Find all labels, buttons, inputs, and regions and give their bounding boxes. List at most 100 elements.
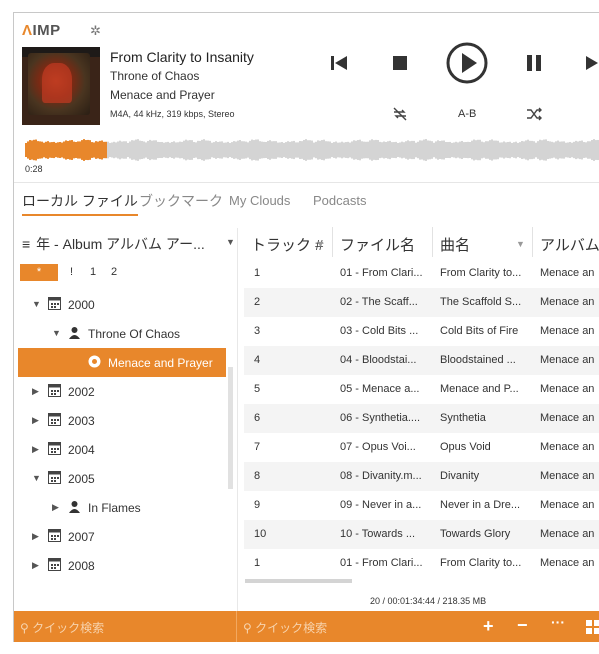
- tree-item-year[interactable]: ▼ 2005: [18, 464, 226, 493]
- table-cell: 05 - Menace a...: [340, 383, 420, 395]
- chevron-down-icon[interactable]: ▼: [32, 473, 41, 483]
- table-row[interactable]: 3 03 - Cold Bits ... Cold Bits of Fire Mena…: [244, 317, 599, 346]
- next-icon[interactable]: [586, 54, 599, 72]
- table-cell: 06 - Synthetia....: [340, 412, 421, 424]
- tree-item-label: 2002: [68, 385, 95, 399]
- menu-icon[interactable]: ≡: [22, 236, 30, 252]
- calendar-icon: [48, 471, 61, 487]
- tab-bookmarks[interactable]: ブックマーク: [139, 191, 223, 211]
- chevron-right-icon[interactable]: ▶: [32, 444, 39, 455]
- add-icon[interactable]: +: [483, 616, 494, 637]
- table-cell: 2: [254, 296, 261, 308]
- pause-icon[interactable]: [526, 54, 542, 72]
- table-cell: 04 - Bloodstai...: [340, 354, 417, 366]
- column-header-track[interactable]: トラック #: [251, 234, 324, 255]
- playlist-status: 20 / 00:01:34:44 / 218.35 MB: [370, 596, 487, 606]
- tree-item-year[interactable]: ▶ 2008: [18, 551, 226, 580]
- chevron-down-icon[interactable]: ▼: [52, 328, 61, 338]
- table-row[interactable]: 2 02 - The Scaff... The Scaffold S... Menac…: [244, 288, 599, 317]
- table-cell: 10: [254, 528, 267, 540]
- table-cell: 1: [254, 267, 261, 279]
- table-cell: 07 - Opus Voi...: [340, 441, 416, 453]
- chevron-right-icon[interactable]: ▶: [32, 415, 39, 426]
- table-cell: Menace an: [540, 354, 595, 366]
- ab-repeat-button[interactable]: A-B: [458, 108, 476, 120]
- table-cell: Menace and P...: [440, 383, 519, 395]
- waveform-seekbar[interactable]: [25, 137, 599, 163]
- track-format-info: M4A, 44 kHz, 319 kbps, Stereo: [110, 109, 235, 119]
- table-cell: Menace an: [540, 296, 595, 308]
- column-header-filename[interactable]: ファイル名: [340, 234, 415, 255]
- chevron-down-icon[interactable]: ▼: [226, 237, 235, 247]
- table-row[interactable]: 1 01 - From Clari... From Clarity to... Men…: [244, 259, 599, 288]
- quick-search-left[interactable]: ⚲ クイック検索: [20, 619, 104, 636]
- calendar-icon: [48, 529, 61, 545]
- table-cell: 1: [254, 557, 261, 569]
- table-cell: 03 - Cold Bits ...: [340, 325, 419, 337]
- alpha-filter-item[interactable]: !: [70, 266, 73, 278]
- search-icon: ⚲: [243, 621, 252, 635]
- gear-icon[interactable]: ✲: [90, 23, 101, 39]
- table-row[interactable]: 10 10 - Towards ... Towards Glory Menace an: [244, 520, 599, 549]
- column-header-title[interactable]: 曲名: [440, 234, 470, 255]
- table-scrollbar[interactable]: [245, 579, 352, 583]
- calendar-icon: [48, 558, 61, 574]
- shuffle-icon[interactable]: [526, 106, 542, 122]
- panel-divider[interactable]: [237, 228, 238, 611]
- table-row[interactable]: 4 04 - Bloodstai... Bloodstained ... Menace…: [244, 346, 599, 375]
- filter-icon[interactable]: ▼: [316, 239, 325, 249]
- tree-item-artist[interactable]: ▶ In Flames: [18, 493, 226, 522]
- repeat-off-icon[interactable]: [392, 106, 408, 122]
- tree-scrollbar[interactable]: [228, 367, 233, 489]
- table-row[interactable]: 7 07 - Opus Voi... Opus Void Menace an: [244, 433, 599, 462]
- more-icon[interactable]: ···: [551, 614, 565, 630]
- filter-icon[interactable]: ▼: [516, 239, 525, 249]
- table-cell: 8: [254, 470, 261, 482]
- tree-item-label: 2000: [68, 298, 95, 312]
- chevron-right-icon[interactable]: ▶: [32, 560, 39, 571]
- previous-icon[interactable]: [330, 54, 348, 72]
- table-cell: 6: [254, 412, 261, 424]
- remove-icon[interactable]: −: [517, 615, 528, 636]
- grouping-selector[interactable]: ≡ 年 - Album アルバム アー... ▼: [22, 234, 235, 254]
- tree-item-year[interactable]: ▶ 2007: [18, 522, 226, 551]
- quick-search-right[interactable]: ⚲ クイック検索: [243, 619, 327, 636]
- alpha-filter-item[interactable]: 2: [111, 266, 117, 278]
- tab-local-files[interactable]: ローカル ファイル: [22, 191, 138, 216]
- table-row[interactable]: 8 08 - Divanity.m... Divanity Menace an: [244, 462, 599, 491]
- chevron-right-icon[interactable]: ▶: [52, 502, 59, 513]
- stop-icon[interactable]: [392, 55, 408, 71]
- calendar-icon: [48, 384, 61, 400]
- play-icon[interactable]: [445, 41, 489, 85]
- tree-item-artist[interactable]: ▼ Throne Of Chaos: [18, 319, 226, 348]
- table-cell: Menace an: [540, 557, 595, 569]
- table-row[interactable]: 1 01 - From Clari... From Clarity to... Men…: [244, 549, 599, 578]
- position-time: 0:28: [25, 164, 43, 174]
- tree-item-year[interactable]: ▶ 2003: [18, 406, 226, 435]
- table-cell: Never in a Dre...: [440, 499, 521, 511]
- table-cell: Menace an: [540, 412, 595, 424]
- chevron-right-icon[interactable]: ▶: [32, 386, 39, 397]
- table-row[interactable]: 5 05 - Menace a... Menace and P... Menace a…: [244, 375, 599, 404]
- table-cell: Divanity: [440, 470, 480, 482]
- table-cell: 5: [254, 383, 261, 395]
- tab-my-clouds[interactable]: My Clouds: [229, 193, 290, 208]
- column-header-album[interactable]: アルバム: [540, 234, 599, 255]
- album-icon: [88, 355, 101, 371]
- chevron-right-icon[interactable]: ▶: [32, 531, 39, 542]
- tree-item-year[interactable]: ▶ 2002: [18, 377, 226, 406]
- table-cell: 10 - Towards ...: [340, 528, 415, 540]
- alpha-filter-all[interactable]: *: [20, 264, 58, 281]
- grid-icon[interactable]: [586, 620, 599, 634]
- alpha-filter-item[interactable]: 1: [90, 266, 96, 278]
- tree-item-album[interactable]: Menace and Prayer: [18, 348, 226, 377]
- table-row[interactable]: 6 06 - Synthetia.... Synthetia Menace an: [244, 404, 599, 433]
- chevron-down-icon[interactable]: ▼: [32, 299, 41, 309]
- tree-item-year[interactable]: ▼ 2000: [18, 290, 226, 319]
- search-icon: ⚲: [20, 621, 29, 635]
- table-cell: 7: [254, 441, 261, 453]
- table-row[interactable]: 9 09 - Never in a... Never in a Dre... Mena…: [244, 491, 599, 520]
- tree-item-year[interactable]: ▶ 2004: [18, 435, 226, 464]
- tab-podcasts[interactable]: Podcasts: [313, 193, 366, 208]
- artist-icon: [68, 326, 81, 342]
